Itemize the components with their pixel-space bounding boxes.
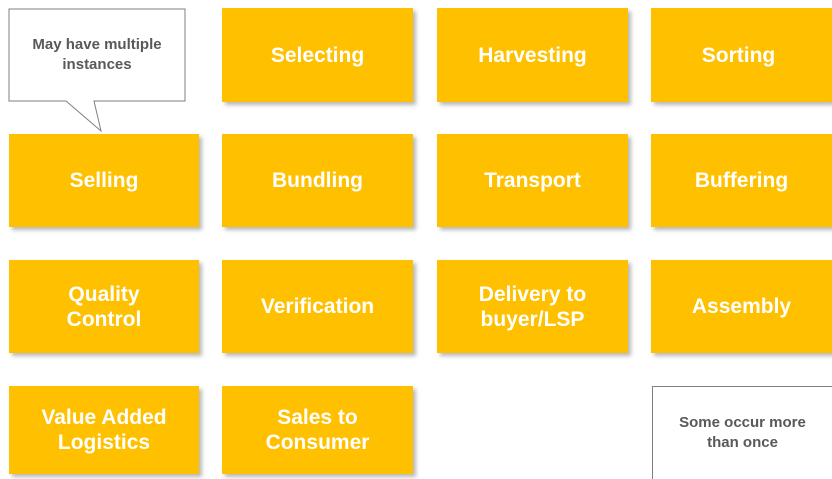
tile-label: Harvesting — [478, 43, 587, 67]
tile-label: Sales to Consumer — [265, 406, 370, 454]
process-tile-sorting: Sorting — [651, 8, 832, 102]
process-tile-selecting: Selecting — [222, 8, 413, 102]
tile-label: Selecting — [270, 43, 365, 67]
tile-label: Bundling — [272, 169, 363, 192]
process-tile-buffering: Buffering — [651, 134, 832, 227]
process-tile-verification: Verification — [222, 260, 413, 353]
tile-label: Value Added Logistics — [41, 406, 167, 454]
tile-label: Assembly — [691, 295, 792, 318]
process-tile-assembly: Assembly — [651, 260, 832, 353]
process-tile-sales-to-consumer: Sales to Consumer — [222, 386, 413, 474]
tile-label: Buffering — [694, 169, 789, 192]
process-tile-delivery: Delivery to buyer/LSP — [437, 260, 628, 353]
tile-label: Sorting — [701, 43, 776, 67]
note-multiple-instances-text: May have multiple instances — [32, 36, 162, 73]
process-tile-transport: Transport — [437, 134, 628, 227]
note-occur-more-than-once-text: Some occur more than once — [679, 414, 806, 451]
process-tile-value-added-logistics: Value Added Logistics — [9, 386, 199, 474]
process-tile-bundling: Bundling — [222, 134, 413, 227]
tile-label: Quality Control — [66, 282, 142, 331]
tile-label: Delivery to buyer/LSP — [478, 282, 587, 331]
tile-label: Selling — [69, 169, 139, 192]
process-tile-harvesting: Harvesting — [437, 8, 628, 102]
process-tile-selling: Selling — [9, 134, 199, 227]
note-multiple-instances: May have multiple instances — [9, 9, 185, 101]
tile-label: Verification — [260, 295, 375, 318]
tile-label: Transport — [484, 169, 581, 192]
note-occur-more-than-once: Some occur more than once — [652, 386, 832, 479]
process-tile-quality-control: Quality Control — [9, 260, 199, 353]
